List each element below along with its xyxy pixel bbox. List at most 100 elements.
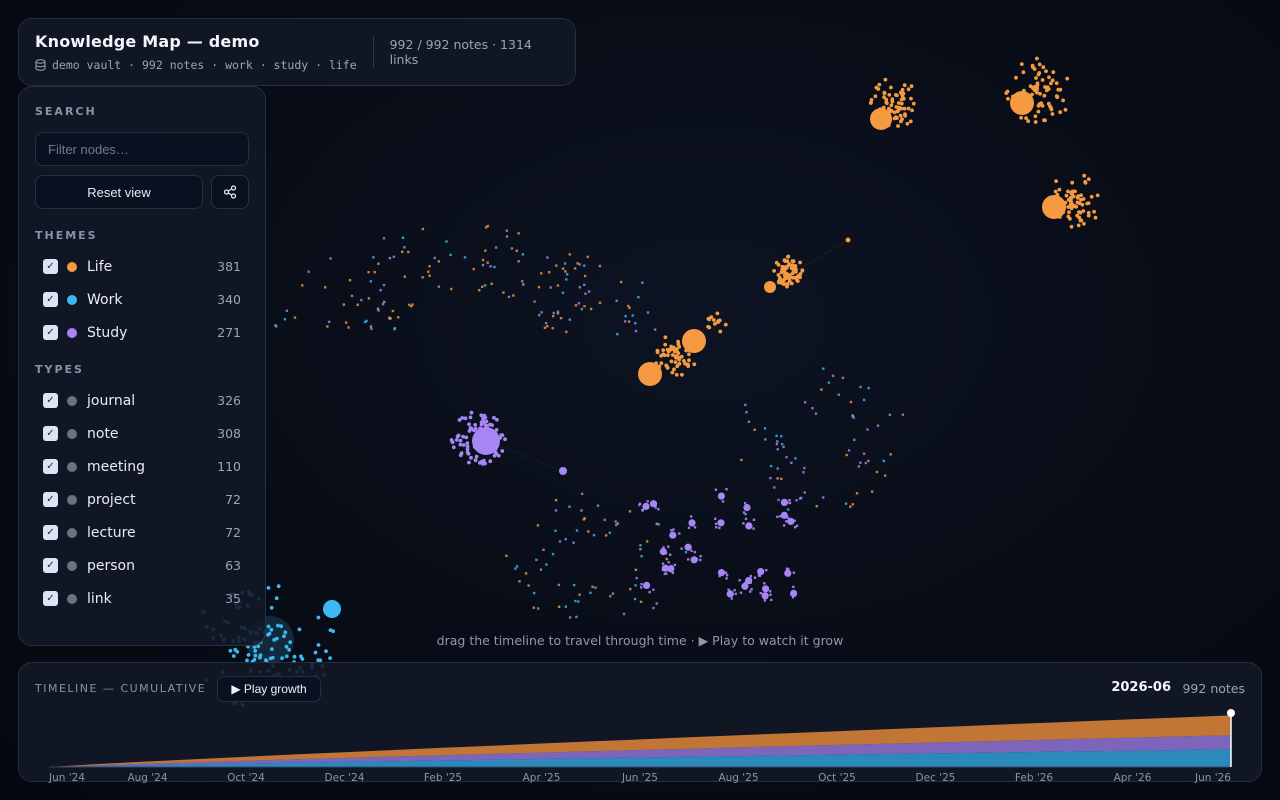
graph-node[interactable] [886, 106, 891, 111]
graph-node[interactable] [786, 254, 791, 259]
graph-node[interactable] [772, 269, 776, 273]
graph-node[interactable] [583, 274, 587, 278]
graph-node[interactable] [611, 592, 615, 595]
graph-node[interactable] [770, 598, 773, 602]
graph-node[interactable] [301, 284, 304, 287]
graph-node[interactable] [559, 317, 563, 320]
graph-node[interactable] [549, 286, 552, 289]
graph-node[interactable] [521, 253, 525, 256]
graph-node[interactable] [752, 518, 756, 521]
graph-node[interactable] [643, 581, 651, 590]
graph-node[interactable] [551, 314, 555, 318]
graph-node[interactable] [373, 270, 376, 274]
graph-node[interactable] [715, 311, 720, 316]
graph-node[interactable] [699, 558, 702, 562]
graph-node[interactable] [741, 582, 749, 590]
graph-node[interactable] [1004, 91, 1009, 95]
graph-node[interactable] [759, 592, 762, 595]
graph-node[interactable] [463, 256, 467, 259]
graph-node[interactable] [883, 77, 888, 82]
graph-node[interactable] [774, 260, 779, 265]
graph-node[interactable] [537, 285, 541, 289]
graph-node[interactable] [388, 256, 392, 260]
graph-node[interactable] [671, 535, 675, 539]
graph-node[interactable] [584, 292, 587, 295]
graph-node[interactable] [687, 526, 691, 529]
graph-node[interactable] [841, 376, 845, 380]
graph-node[interactable] [574, 304, 578, 307]
graph-node[interactable] [578, 593, 581, 596]
graph-node[interactable] [792, 592, 795, 595]
graph-node[interactable] [1044, 88, 1049, 93]
graph-node[interactable] [898, 113, 903, 118]
graph-node[interactable] [785, 274, 789, 279]
graph-node[interactable] [514, 567, 517, 570]
graph-node[interactable] [628, 306, 631, 310]
graph-node[interactable] [646, 311, 650, 314]
graph-node[interactable] [888, 413, 892, 416]
graph-node[interactable] [827, 381, 831, 384]
graph-node[interactable] [727, 588, 730, 591]
graph-node[interactable] [795, 524, 799, 527]
graph-node[interactable] [687, 558, 690, 561]
graph-node[interactable] [292, 654, 297, 659]
graph-node[interactable] [663, 342, 668, 347]
graph-node[interactable] [1067, 210, 1071, 215]
graph-node[interactable] [554, 529, 557, 532]
graph-node[interactable] [633, 597, 637, 601]
graph-node[interactable] [515, 565, 519, 568]
graph-node[interactable] [906, 106, 911, 111]
graph-node[interactable] [1073, 189, 1077, 194]
graph-node[interactable] [896, 124, 900, 128]
graph-node[interactable] [391, 309, 395, 313]
graph-node[interactable] [1064, 193, 1069, 198]
graph-node[interactable] [723, 322, 728, 327]
graph-node[interactable] [753, 428, 756, 431]
graph-node[interactable] [717, 519, 725, 527]
graph-node[interactable] [578, 263, 581, 266]
life-checkbox[interactable]: ✓ [43, 259, 58, 274]
graph-node[interactable] [646, 500, 649, 503]
graph-node[interactable] [785, 259, 790, 263]
graph-node[interactable] [714, 517, 717, 520]
graph-node[interactable] [473, 458, 478, 463]
graph-node[interactable] [672, 367, 676, 372]
graph-node[interactable] [893, 115, 898, 120]
graph-node[interactable] [898, 90, 903, 95]
graph-node[interactable] [780, 435, 783, 438]
graph-node[interactable] [269, 605, 274, 610]
graph-node[interactable] [461, 443, 466, 447]
graph-node[interactable] [641, 281, 644, 284]
graph-node[interactable] [661, 352, 666, 357]
graph-node[interactable] [763, 599, 766, 602]
graph-node[interactable] [713, 322, 717, 326]
graph-node[interactable] [481, 263, 485, 267]
graph-node[interactable] [803, 466, 806, 470]
graph-node[interactable] [624, 320, 627, 323]
graph-node[interactable] [382, 237, 386, 240]
graph-node[interactable] [638, 362, 662, 386]
graph-node[interactable] [689, 515, 693, 518]
graph-node[interactable] [820, 388, 823, 391]
graph-node[interactable] [896, 101, 901, 105]
graph-node[interactable] [654, 328, 657, 331]
graph-node[interactable] [370, 327, 373, 330]
type-filter-note[interactable]: ✓ note 308 [35, 417, 249, 450]
graph-node[interactable] [815, 505, 818, 508]
graph-node[interactable] [1057, 187, 1062, 192]
graph-node[interactable] [849, 505, 852, 508]
graph-node[interactable] [777, 280, 781, 285]
graph-node[interactable] [577, 600, 580, 603]
graph-node[interactable] [909, 96, 913, 101]
graph-node[interactable] [1051, 70, 1056, 74]
graph-node[interactable] [592, 534, 596, 537]
graph-node[interactable] [1054, 94, 1059, 99]
graph-node[interactable] [481, 419, 486, 424]
graph-node[interactable] [505, 229, 508, 232]
graph-node[interactable] [652, 588, 655, 591]
meeting-checkbox[interactable]: ✓ [43, 459, 58, 474]
graph-node[interactable] [1046, 101, 1051, 106]
graph-node[interactable] [763, 427, 767, 430]
graph-node[interactable] [903, 112, 907, 116]
graph-node[interactable] [598, 301, 602, 304]
